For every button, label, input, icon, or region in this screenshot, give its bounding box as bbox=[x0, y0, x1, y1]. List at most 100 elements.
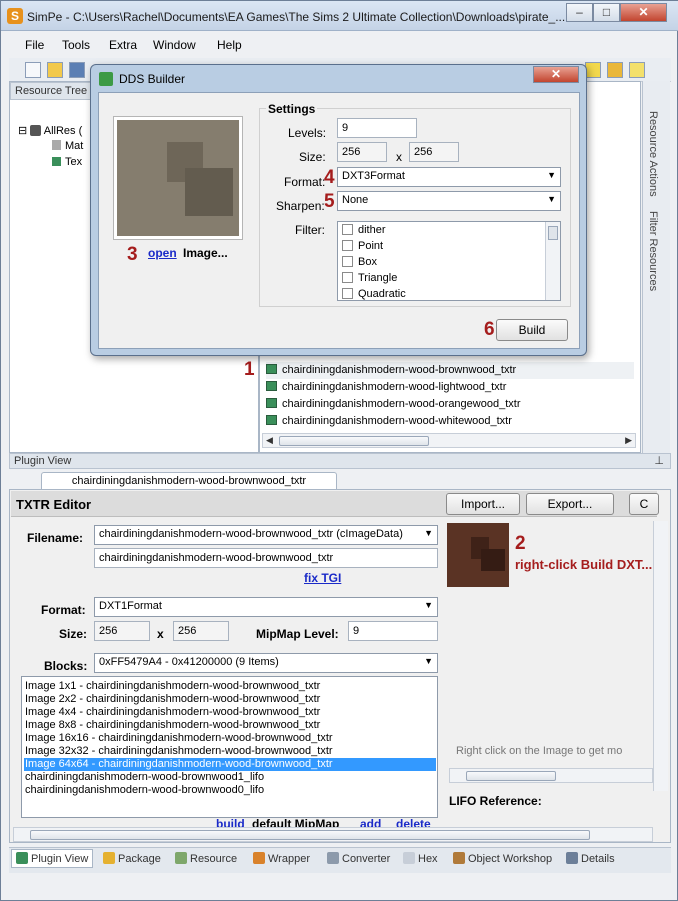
minimize-button[interactable]: – bbox=[566, 3, 593, 22]
menu-help[interactable]: Help bbox=[217, 38, 242, 52]
tab-object-workshop[interactable]: Object Workshop bbox=[453, 852, 552, 865]
filter-list[interactable]: dither Point Box Triangle Quadratic bbox=[337, 221, 561, 301]
open-folder-icon[interactable] bbox=[47, 62, 63, 78]
filter-list-scrollbar[interactable] bbox=[545, 222, 560, 300]
c-button[interactable]: C bbox=[629, 493, 659, 515]
filter-option-dither[interactable]: dither bbox=[342, 224, 386, 236]
export-button[interactable]: Export... bbox=[526, 493, 614, 515]
maximize-button[interactable]: □ bbox=[593, 3, 620, 22]
texture-icon bbox=[266, 364, 277, 374]
details-icon bbox=[566, 852, 578, 864]
tab-resource-actions[interactable]: Resource Actions bbox=[647, 111, 659, 197]
texture-image-box[interactable] bbox=[113, 116, 243, 240]
filter-option-quadratic[interactable]: Quadratic bbox=[342, 288, 406, 300]
tab-converter[interactable]: Converter bbox=[327, 852, 390, 865]
mipmap-field[interactable]: 9 bbox=[348, 621, 438, 641]
scroll-thumb[interactable] bbox=[279, 436, 429, 446]
list-horizontal-scrollbar[interactable]: ◀ ▶ bbox=[262, 433, 636, 448]
annotation-2-text: right-click Build DXT... bbox=[515, 557, 653, 572]
list-item[interactable]: Image 2x2 - chairdiningdanishmodern-wood… bbox=[25, 693, 320, 706]
tab-filter-resources[interactable]: Filter Resources bbox=[647, 211, 659, 291]
import-button[interactable]: Import... bbox=[446, 493, 520, 515]
scroll-right-arrow[interactable]: ▶ bbox=[625, 435, 632, 446]
tree-item-mat[interactable]: Mat bbox=[52, 140, 83, 152]
levels-field[interactable]: 9 bbox=[337, 118, 417, 138]
checkbox[interactable] bbox=[342, 224, 353, 235]
tab-hex[interactable]: Hex bbox=[403, 852, 438, 865]
menu-extra[interactable]: Extra bbox=[109, 38, 137, 52]
close-button[interactable]: ✕ bbox=[620, 3, 667, 22]
open-image-link[interactable]: open bbox=[148, 246, 177, 260]
tab-plugin-view[interactable]: Plugin View bbox=[11, 849, 94, 868]
list-item[interactable]: Image 8x8 - chairdiningdanishmodern-wood… bbox=[25, 719, 320, 732]
tree-item-tex[interactable]: Tex bbox=[52, 156, 82, 168]
mipmap-label: MipMap Level: bbox=[256, 627, 339, 641]
list-item[interactable]: chairdiningdanishmodern-wood-whitewood_t… bbox=[266, 413, 512, 430]
sharpen-select[interactable]: None ▼ bbox=[337, 191, 561, 211]
size-height-field[interactable]: 256 bbox=[409, 142, 459, 162]
tab-wrapper[interactable]: Wrapper bbox=[253, 852, 310, 865]
notes-icon[interactable] bbox=[585, 62, 601, 78]
menu-window[interactable]: Window bbox=[153, 38, 196, 52]
side-tabs: Resource Actions Filter Resources bbox=[642, 81, 670, 453]
texture-preview[interactable] bbox=[447, 523, 509, 587]
blocks-list[interactable]: Image 1x1 - chairdiningdanishmodern-wood… bbox=[21, 676, 438, 818]
tab-details[interactable]: Details bbox=[566, 852, 615, 865]
size-width-field[interactable]: 256 bbox=[337, 142, 387, 162]
build-button[interactable]: Build bbox=[496, 319, 568, 341]
bookmark-icon[interactable] bbox=[607, 62, 623, 78]
document-tab[interactable]: chairdiningdanishmodern-wood-brownwood_t… bbox=[41, 472, 337, 490]
list-item[interactable]: chairdiningdanishmodern-wood-brownwood0_… bbox=[25, 784, 264, 797]
tab-resource[interactable]: Resource bbox=[175, 852, 237, 865]
bottom-tab-bar: Plugin View Package Resource Wrapper Con… bbox=[9, 847, 671, 873]
help-icon[interactable] bbox=[629, 62, 645, 78]
tree-root-item[interactable]: ⊟ AllRes ( bbox=[18, 124, 82, 137]
checkbox[interactable] bbox=[342, 288, 353, 299]
size-label: Size: bbox=[299, 150, 326, 164]
hex-icon bbox=[403, 852, 415, 864]
menu-file[interactable]: File bbox=[25, 38, 44, 52]
fix-tgi-link[interactable]: fix TGI bbox=[304, 571, 341, 585]
scroll-thumb[interactable] bbox=[548, 226, 558, 240]
dialog-close-button[interactable]: ✕ bbox=[533, 66, 579, 83]
list-item[interactable]: Image 16x16 - chairdiningdanishmodern-wo… bbox=[25, 732, 333, 745]
preview-horizontal-scrollbar[interactable] bbox=[449, 768, 653, 783]
scroll-thumb[interactable] bbox=[30, 830, 590, 840]
checkbox[interactable] bbox=[342, 272, 353, 283]
scroll-left-arrow[interactable]: ◀ bbox=[266, 435, 273, 446]
list-item[interactable]: Image 1x1 - chairdiningdanishmodern-wood… bbox=[25, 680, 320, 693]
list-item[interactable]: Image 32x32 - chairdiningdanishmodern-wo… bbox=[25, 745, 333, 758]
plugin-horizontal-scrollbar[interactable] bbox=[13, 827, 653, 842]
new-icon[interactable] bbox=[25, 62, 41, 78]
chevron-down-icon: ▼ bbox=[547, 194, 556, 204]
filter-option-point[interactable]: Point bbox=[342, 240, 383, 252]
dialog-title-bar: DDS Builder ✕ bbox=[91, 65, 586, 91]
format-select[interactable]: DXT3Format ▼ bbox=[337, 167, 561, 187]
width-field[interactable]: 256 bbox=[94, 621, 150, 641]
blocks-select[interactable]: 0xFF5479A4 - 0x41200000 (9 Items) ▼ bbox=[94, 653, 438, 673]
filter-option-triangle[interactable]: Triangle bbox=[342, 272, 397, 284]
height-field[interactable]: 256 bbox=[173, 621, 229, 641]
list-item[interactable]: chairdiningdanishmodern-wood-brownwood_t… bbox=[266, 362, 634, 379]
pin-icon[interactable]: ⊥ bbox=[654, 454, 664, 467]
checkbox[interactable] bbox=[342, 240, 353, 251]
tab-package[interactable]: Package bbox=[103, 852, 161, 865]
list-item-selected[interactable]: Image 64x64 - chairdiningdanishmodern-wo… bbox=[24, 758, 436, 771]
filename-field[interactable]: chairdiningdanishmodern-wood-brownwood_t… bbox=[94, 548, 438, 568]
checkbox[interactable] bbox=[342, 256, 353, 267]
filename-select[interactable]: chairdiningdanishmodern-wood-brownwood_t… bbox=[94, 525, 438, 545]
list-item[interactable]: Image 4x4 - chairdiningdanishmodern-wood… bbox=[25, 706, 320, 719]
list-item[interactable]: chairdiningdanishmodern-wood-brownwood1_… bbox=[25, 771, 264, 784]
menu-tools[interactable]: Tools bbox=[62, 38, 90, 52]
list-item[interactable]: chairdiningdanishmodern-wood-lightwood_t… bbox=[266, 379, 506, 396]
list-item[interactable]: chairdiningdanishmodern-wood-orangewood_… bbox=[266, 396, 520, 413]
scroll-thumb[interactable] bbox=[466, 771, 556, 781]
preview-vertical-scrollbar[interactable] bbox=[653, 521, 668, 791]
database-icon bbox=[52, 140, 61, 150]
size-label: Size: bbox=[59, 627, 88, 641]
texture-icon bbox=[266, 381, 277, 391]
format-label: Format: bbox=[284, 175, 326, 189]
save-icon[interactable] bbox=[69, 62, 85, 78]
format-select[interactable]: DXT1Format ▼ bbox=[94, 597, 438, 617]
filter-option-box[interactable]: Box bbox=[342, 256, 377, 268]
